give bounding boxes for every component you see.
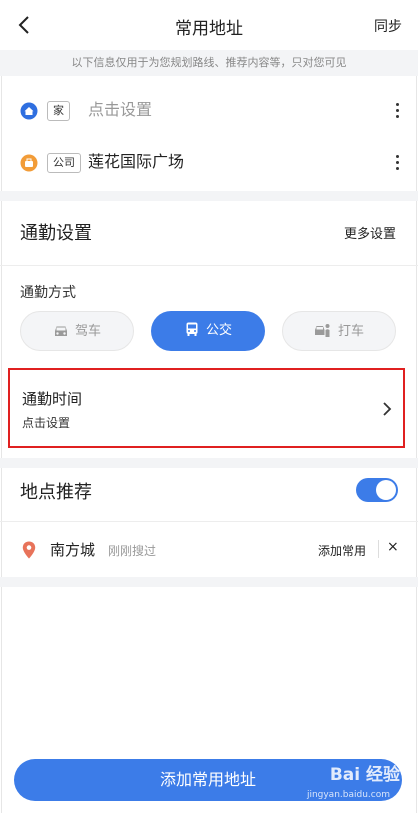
mode-bus-label: 公交 [205,323,232,338]
watermark-brand: Bai 经验 [329,765,400,785]
work-address-text[interactable]: 莲花国际广场 [88,151,184,173]
work-pin-icon [20,154,38,172]
home-address-text[interactable]: 点击设置 [88,99,152,121]
home-more-icon[interactable] [394,101,400,121]
home-tag: 家 [47,101,70,121]
privacy-notice: 以下信息仅用于为您规划路线、推荐内容等，只对您可见 [0,50,418,76]
work-tag: 公司 [47,153,81,173]
commute-time-title: 通勤时间 [22,390,83,408]
page-title: 常用地址 [175,19,243,39]
mode-taxi-label: 打车 [337,324,364,339]
commute-time-row[interactable]: 通勤时间 点击设置 [8,368,405,448]
top-bar: 常用地址 同步 [0,0,418,50]
chevron-right-icon [383,402,392,416]
mode-taxi-button[interactable]: 打车 [282,311,396,351]
mode-bus-button[interactable]: 公交 [151,311,265,351]
watermark-url: jingyan.baidu.com [306,790,390,800]
sync-button[interactable]: 同步 [374,16,402,36]
taxi-icon [314,324,330,337]
recommend-place-name[interactable]: 南方城 [50,539,95,560]
home-pin-icon [20,102,38,120]
car-icon [54,326,67,336]
toggle-knob [376,480,396,500]
divider [378,540,379,558]
dismiss-close-icon[interactable]: × [387,539,399,555]
section-gap [0,458,418,468]
location-pin-icon [22,541,36,559]
more-settings-link[interactable]: 更多设置 [344,223,396,242]
work-more-icon[interactable] [394,153,400,173]
commute-time-value: 点击设置 [22,416,71,430]
work-address-row[interactable]: 公司 莲花国际广场 [0,139,418,189]
divider [0,521,418,522]
mode-drive-button[interactable]: 驾车 [20,311,134,351]
recommend-toggle[interactable] [356,478,398,502]
mode-drive-label: 驾车 [74,324,101,339]
divider [0,265,418,266]
add-common-button[interactable]: 添加常用 [318,542,366,559]
section-gap [0,191,418,201]
section-gap [0,577,418,587]
recommend-place-note: 刚刚搜过 [108,544,157,558]
recommend-title: 地点推荐 [20,482,92,503]
bus-icon [186,322,198,336]
commute-mode-label: 通勤方式 [20,285,76,301]
home-address-row[interactable]: 家 点击设置 [0,87,418,137]
commute-settings-title: 通勤设置 [20,223,92,244]
